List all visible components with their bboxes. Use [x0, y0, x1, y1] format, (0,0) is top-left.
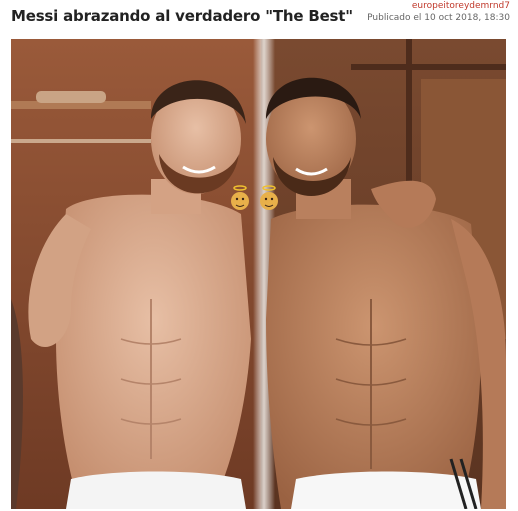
post-title: Messi abrazando al verdadero "The Best" — [11, 7, 353, 25]
post-meta: europeitoreydemrnd7 Publicado el 10 oct … — [367, 1, 510, 24]
author-link[interactable]: europeitoreydemrnd7 — [367, 1, 510, 12]
publish-date: Publicado el 10 oct 2018, 18:30 — [367, 13, 510, 23]
post-header: Messi abrazando al verdadero "The Best" … — [0, 0, 518, 36]
post-image[interactable] — [11, 39, 506, 509]
